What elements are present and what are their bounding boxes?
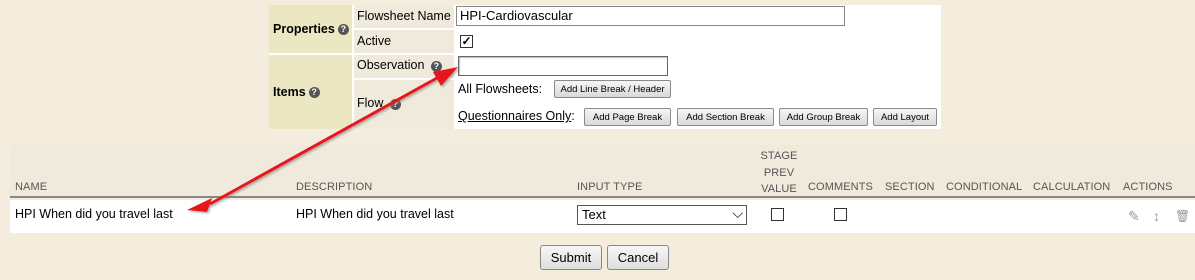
annotation-arrow	[187, 67, 458, 212]
flowsheet-editor: Properties ? Items ? Flowsheet Name HPI-…	[0, 0, 1195, 280]
